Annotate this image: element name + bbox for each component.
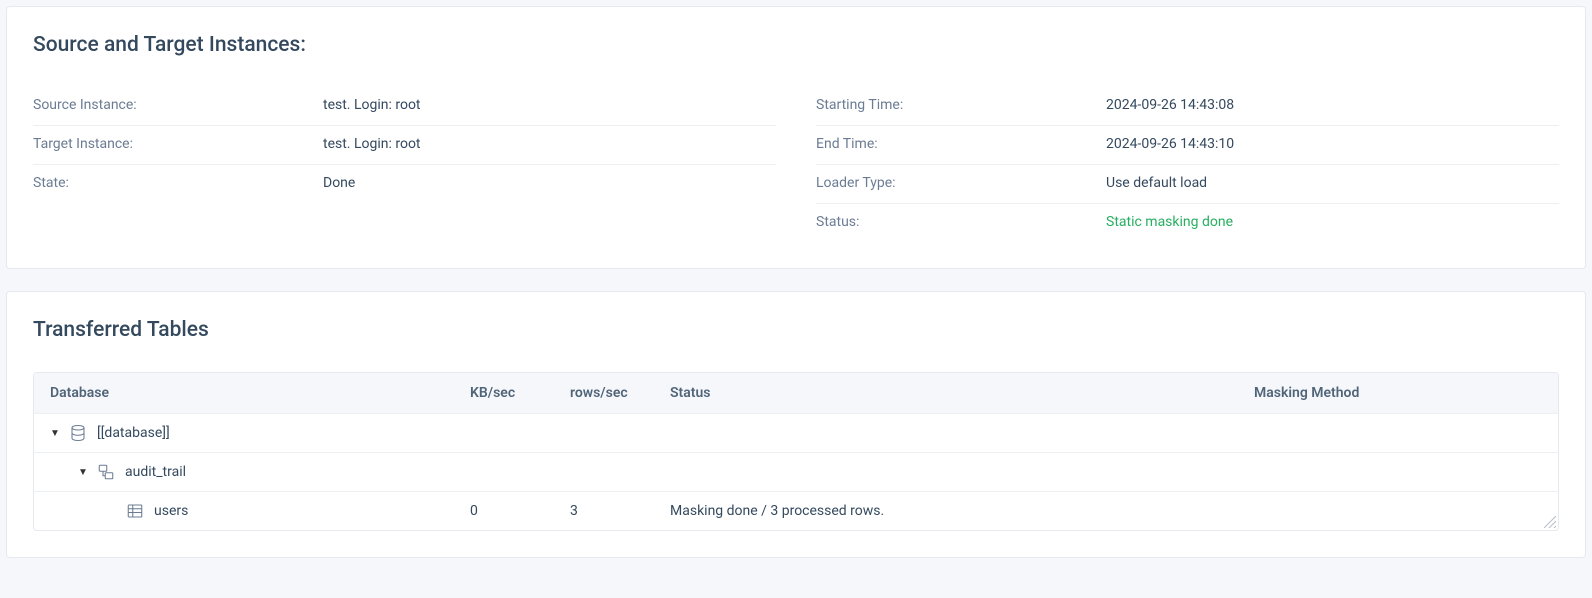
status-label: Status: (816, 214, 1106, 230)
target-instance-value: test. Login: root (323, 136, 421, 152)
expand-toggle-icon[interactable]: ▼ (50, 428, 59, 439)
cell-status: Masking done / 3 processed rows. (654, 492, 1238, 531)
source-instance-label: Source Instance: (33, 97, 323, 113)
schema-icon (97, 463, 115, 481)
database-icon (69, 424, 87, 442)
loader-type-value: Use default load (1106, 175, 1207, 191)
source-instance-row: Source Instance: test. Login: root (33, 87, 776, 126)
starting-time-row: Starting Time: 2024-09-26 14:43:08 (816, 87, 1559, 126)
loader-type-label: Loader Type: (816, 175, 1106, 191)
instances-card: Source and Target Instances: Source Inst… (6, 6, 1586, 269)
table-header-row: Database KB/sec rows/sec Status Masking … (34, 373, 1558, 414)
target-instance-label: Target Instance: (33, 136, 323, 152)
col-method: Masking Method (1238, 373, 1558, 414)
tree-node-database[interactable]: ▼ [[database]] (50, 424, 438, 442)
cell-kb: 0 (454, 492, 554, 531)
table-row: users 0 3 Masking done / 3 processed row… (34, 492, 1558, 531)
transferred-tables: Database KB/sec rows/sec Status Masking … (34, 373, 1558, 530)
instances-col-right: Starting Time: 2024-09-26 14:43:08 End T… (816, 87, 1559, 242)
state-row: State: Done (33, 165, 776, 203)
loader-type-row: Loader Type: Use default load (816, 165, 1559, 204)
tables-title: Transferred Tables (33, 318, 1559, 342)
starting-time-value: 2024-09-26 14:43:08 (1106, 97, 1234, 113)
cell-method (1238, 492, 1558, 531)
end-time-value: 2024-09-26 14:43:10 (1106, 136, 1234, 152)
status-row: Status: Static masking done (816, 204, 1559, 242)
target-instance-row: Target Instance: test. Login: root (33, 126, 776, 165)
tree-node-table[interactable]: users (50, 502, 438, 520)
tree-node-schema[interactable]: ▼ audit_trail (50, 463, 438, 481)
instances-col-left: Source Instance: test. Login: root Targe… (33, 87, 776, 242)
tables-card: Transferred Tables Database KB/sec rows/… (6, 291, 1586, 558)
instances-grid: Source Instance: test. Login: root Targe… (33, 87, 1559, 242)
table-name: users (154, 503, 188, 519)
state-label: State: (33, 175, 323, 191)
table-icon (126, 502, 144, 520)
table-row: ▼ audit_trail (34, 453, 1558, 492)
source-instance-value: test. Login: root (323, 97, 421, 113)
cell-rows: 3 (554, 492, 654, 531)
instances-title: Source and Target Instances: (33, 33, 1559, 57)
state-value: Done (323, 175, 355, 191)
col-kb: KB/sec (454, 373, 554, 414)
status-value: Static masking done (1106, 214, 1233, 230)
table-row: ▼ [[database]] (34, 414, 1558, 453)
database-name: [[database]] (97, 425, 170, 441)
col-database: Database (34, 373, 454, 414)
starting-time-label: Starting Time: (816, 97, 1106, 113)
expand-toggle-icon[interactable]: ▼ (78, 467, 87, 478)
end-time-label: End Time: (816, 136, 1106, 152)
end-time-row: End Time: 2024-09-26 14:43:10 (816, 126, 1559, 165)
col-rows: rows/sec (554, 373, 654, 414)
tables-wrapper: Database KB/sec rows/sec Status Masking … (33, 372, 1559, 531)
col-status: Status (654, 373, 1238, 414)
schema-name: audit_trail (125, 464, 186, 480)
